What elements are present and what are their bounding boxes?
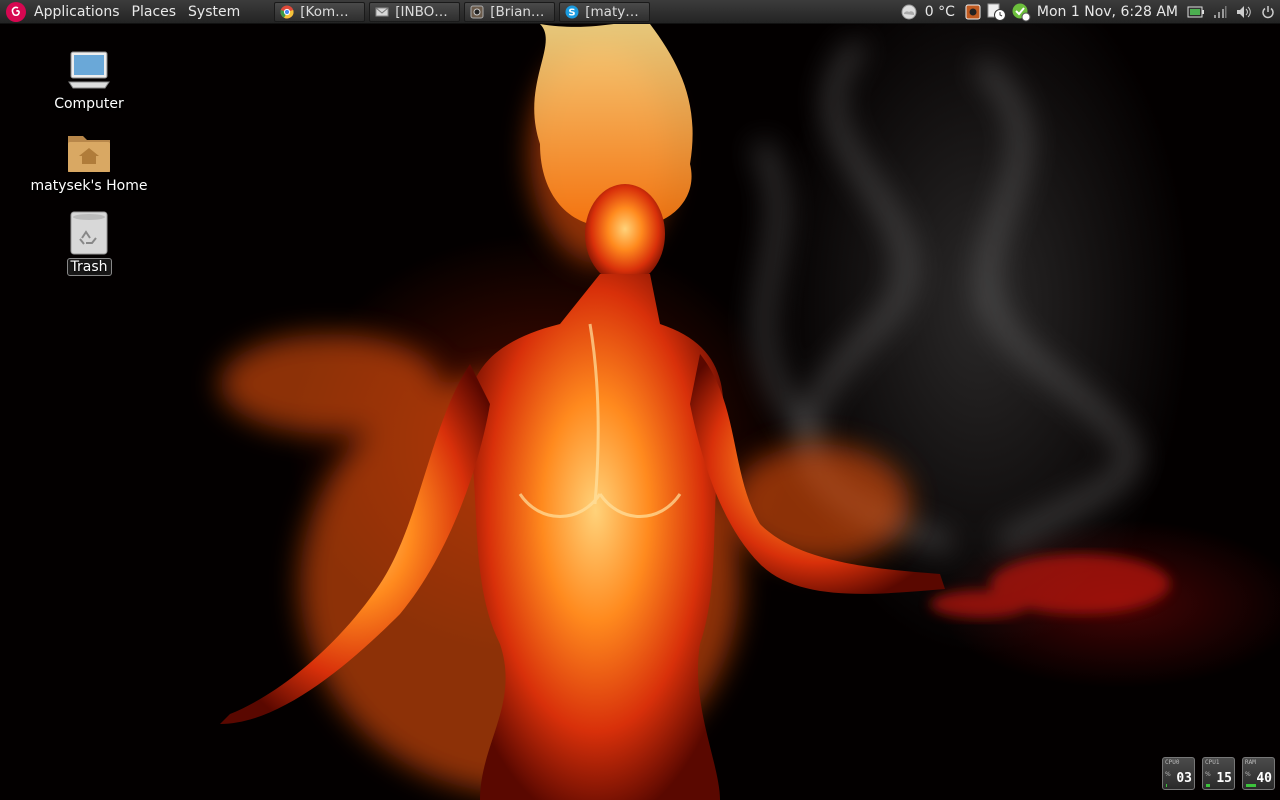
desktop-icon-computer[interactable]: Computer xyxy=(24,46,154,112)
chrome-icon xyxy=(280,5,294,19)
ram-monitor[interactable]: RAM % 40 xyxy=(1242,757,1275,790)
network-signal-icon[interactable] xyxy=(1210,2,1230,22)
monitor-unit: % xyxy=(1165,771,1171,778)
monitor-usage-bar xyxy=(1206,784,1210,787)
clock-notes-icon[interactable] xyxy=(987,2,1007,22)
computer-icon xyxy=(65,46,113,94)
svg-text:S: S xyxy=(569,7,576,18)
power-icon[interactable] xyxy=(1258,2,1278,22)
media-player-tray-icon[interactable] xyxy=(963,2,983,22)
monitor-value: 15 xyxy=(1216,771,1232,786)
task-label: [maty… xyxy=(585,3,639,20)
task-label: [Brian… xyxy=(490,3,545,20)
monitor-value: 03 xyxy=(1176,771,1192,786)
clock[interactable]: Mon 1 Nov, 6:28 AM xyxy=(1037,4,1178,20)
monitor-value: 40 xyxy=(1256,771,1272,786)
monitor-label: CPU0 xyxy=(1165,759,1180,766)
battery-icon[interactable] xyxy=(1186,2,1206,22)
desktop-icon-label: Trash xyxy=(66,258,112,276)
debian-logo-icon[interactable] xyxy=(6,1,26,22)
trash-icon xyxy=(65,208,113,256)
task-label: [Kom… xyxy=(300,3,349,20)
desktop-icon-label: Computer xyxy=(54,96,124,112)
task-button-skype[interactable]: S [maty… xyxy=(559,1,651,22)
window-list: [Kom… [INBO… [Brian… S [maty… xyxy=(274,0,654,24)
skype-icon: S xyxy=(565,5,579,19)
volume-icon[interactable] xyxy=(1234,2,1254,22)
cpu1-monitor[interactable]: CPU1 % 15 xyxy=(1202,757,1235,790)
top-panel: Applications Places System [Kom… [INBO… … xyxy=(0,0,1280,24)
menu-applications[interactable]: Applications xyxy=(28,0,126,24)
monitor-label: CPU1 xyxy=(1205,759,1220,766)
weather-icon[interactable] xyxy=(899,2,919,22)
home-folder-icon xyxy=(65,128,113,176)
desktop-wallpaper xyxy=(0,24,1280,800)
media-icon xyxy=(470,5,484,19)
desktop-icon-home[interactable]: matysek's Home xyxy=(24,128,154,194)
monitor-usage-bar xyxy=(1246,784,1256,787)
desktop-icon-label: matysek's Home xyxy=(30,178,148,194)
monitor-label: RAM xyxy=(1245,759,1256,766)
task-button-chrome[interactable]: [Kom… xyxy=(274,1,366,22)
mail-icon xyxy=(375,5,389,19)
weather-temperature[interactable]: 0 °C xyxy=(925,4,955,20)
menu-places[interactable]: Places xyxy=(126,0,183,24)
monitor-usage-bar xyxy=(1166,784,1167,787)
desktop-icon-trash[interactable]: Trash xyxy=(24,208,154,276)
update-notifier-icon[interactable] xyxy=(1011,2,1031,22)
task-button-mail[interactable]: [INBO… xyxy=(369,1,461,22)
cpu0-monitor[interactable]: CPU0 % 03 xyxy=(1162,757,1195,790)
monitor-unit: % xyxy=(1245,771,1251,778)
system-tray: 0 °C Mon 1 Nov, 6:28 AM xyxy=(897,0,1280,24)
menu-system[interactable]: System xyxy=(182,0,246,24)
main-menu: Applications Places System xyxy=(0,0,246,24)
monitor-unit: % xyxy=(1205,771,1211,778)
task-label: [INBO… xyxy=(395,3,448,20)
task-button-media[interactable]: [Brian… xyxy=(464,1,556,22)
